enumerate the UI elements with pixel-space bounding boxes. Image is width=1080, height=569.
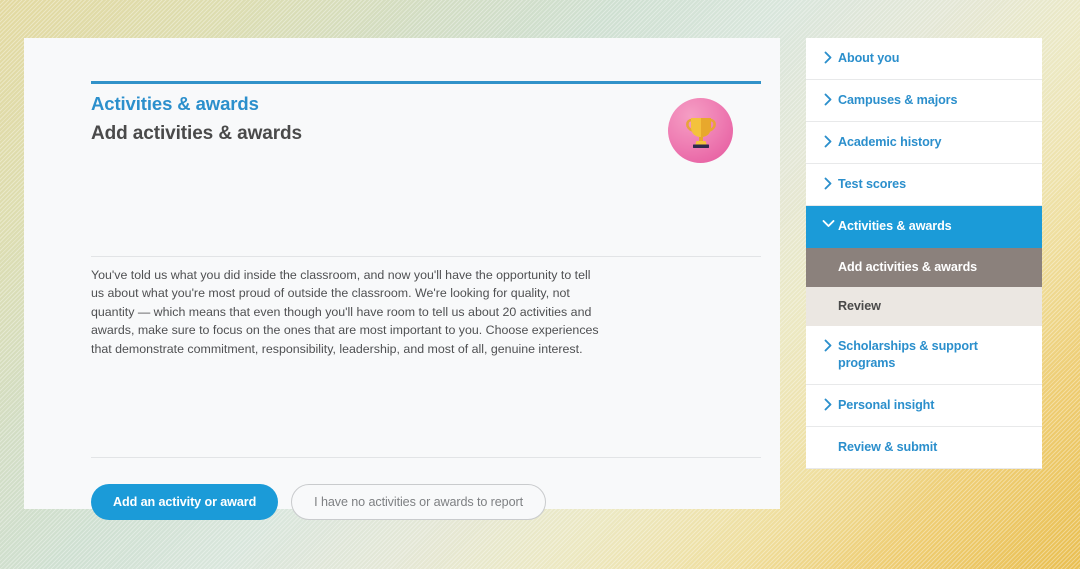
sidebar-item-label: Activities & awards	[838, 219, 952, 233]
accent-rule	[91, 81, 761, 84]
sidebar-item-activities-awards[interactable]: Activities & awards	[806, 206, 1042, 248]
sidebar-item-test-scores[interactable]: Test scores	[806, 164, 1042, 206]
sidebar-item-label: Scholarships & support programs	[838, 339, 978, 370]
sidebar-item-label: Test scores	[838, 177, 906, 191]
sidebar-item-label: Academic history	[838, 135, 942, 149]
sidebar-item-academic-history[interactable]: Academic history	[806, 122, 1042, 164]
page-header: Activities & awards Add activities & awa…	[91, 90, 761, 148]
chevron-right-icon	[818, 338, 838, 352]
sidebar-item-label: Personal insight	[838, 398, 935, 412]
sidebar-subitem-label: Add activities & awards	[838, 260, 978, 274]
chevron-right-icon	[818, 176, 838, 190]
sidebar-item-label: Campuses & majors	[838, 93, 958, 107]
trophy-icon	[668, 98, 733, 163]
intro-paragraph: You've told us what you did inside the c…	[91, 268, 599, 356]
sidebar-item-review-submit[interactable]: Review & submit	[806, 427, 1042, 469]
sidebar-subitem-review[interactable]: Review	[806, 287, 1042, 326]
sidebar-subitem-label: Review	[838, 299, 881, 313]
application-sidebar: About you Campuses & majors Academic his…	[806, 38, 1042, 469]
page-title: Add activities & awards	[91, 122, 302, 144]
action-row: Add an activity or award I have no activ…	[91, 484, 546, 520]
main-content-card: Activities & awards Add activities & awa…	[24, 38, 780, 520]
divider-top	[91, 256, 761, 257]
sidebar-item-personal-insight[interactable]: Personal insight	[806, 385, 1042, 427]
sidebar-item-label: About you	[838, 51, 900, 65]
add-activity-button[interactable]: Add an activity or award	[91, 484, 279, 520]
chevron-right-icon	[818, 134, 838, 148]
divider-bottom	[91, 457, 761, 458]
no-activities-button[interactable]: I have no activities or awards to report	[291, 484, 546, 520]
sidebar-item-label: Review & submit	[838, 440, 938, 454]
chevron-down-icon	[818, 218, 838, 228]
section-eyebrow: Activities & awards	[91, 93, 259, 114]
sidebar-item-about-you[interactable]: About you	[806, 38, 1042, 80]
chevron-right-icon	[818, 92, 838, 106]
sidebar-item-scholarships-support-programs[interactable]: Scholarships & support programs	[806, 326, 1042, 385]
sidebar-subitem-add-activities-awards[interactable]: Add activities & awards	[806, 248, 1042, 287]
chevron-right-icon	[818, 50, 838, 64]
chevron-right-icon	[818, 397, 838, 411]
sidebar-item-campuses-majors[interactable]: Campuses & majors	[806, 80, 1042, 122]
